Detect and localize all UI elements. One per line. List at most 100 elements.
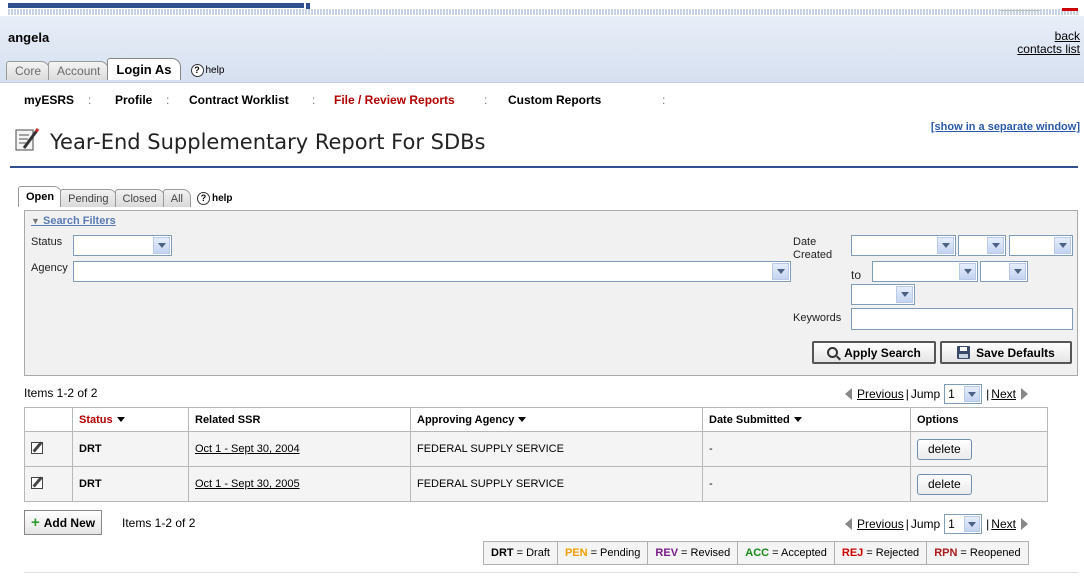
plus-icon: + [31,513,40,531]
jump-select[interactable]: 1 [944,384,983,404]
previous-arrow-icon [845,388,852,400]
nav-file-review-reports[interactable]: File / Review Reports [334,93,455,107]
chevron-down-icon [153,237,170,254]
legend-code: PEN [564,547,588,559]
apply-search-button[interactable]: Apply Search [812,341,936,364]
header-help[interactable]: ? help [190,60,224,80]
bottom-divider [24,572,1078,573]
row-options: delete [910,431,1048,467]
legend-code: REV [655,547,679,559]
row-approving-agency: FEDERAL SUPPLY SERVICE [410,431,703,467]
legend-text: = Reopened [960,547,1021,559]
top-strip [0,0,1084,16]
date-to-year-select[interactable] [851,284,915,305]
header-blank [24,407,73,432]
jump-value: 1 [948,517,955,531]
legend-item: PEN = Pending [558,542,649,564]
agency-label: Agency [31,262,68,274]
date-to-day-select[interactable] [980,261,1028,282]
next-arrow-icon [1020,518,1028,530]
date-from-year-select[interactable] [1009,235,1073,256]
next-link[interactable]: Next [991,387,1016,401]
save-defaults-button[interactable]: Save Defaults [940,341,1072,364]
items-count-bottom: Items 1-2 of 2 [122,516,196,530]
header: angela back contacts list Core Account L… [0,16,1084,82]
date-to-month-select[interactable] [872,261,978,282]
agency-select[interactable] [73,261,791,282]
legend-item: ACC = Accepted [738,542,835,564]
back-link[interactable]: back [1055,29,1080,43]
header-date-submitted[interactable]: Date Submitted [702,407,911,432]
tab-login-as[interactable]: Login As [107,58,181,80]
related-ssr-link[interactable]: Oct 1 - Sept 30, 2005 [195,478,300,490]
nav-custom-reports[interactable]: Custom Reports [508,93,601,107]
help-icon: ? [190,63,204,77]
search-filters-panel: ▼ Search Filters Status Agency Date Crea… [24,210,1078,376]
chevron-down-icon [1054,237,1071,254]
nav-profile[interactable]: Profile [115,93,152,107]
delete-button[interactable]: delete [917,473,972,495]
header-status[interactable]: Status [72,407,189,432]
nav-separator: : [312,93,316,107]
date-from-day-select[interactable] [958,235,1006,256]
apply-search-label: Apply Search [844,345,921,360]
header-approving-agency-label: Approving Agency [417,413,515,426]
previous-link[interactable]: Previous [857,517,904,531]
legend-text: = Pending [590,547,641,559]
status-select[interactable] [73,235,172,256]
related-ssr-link[interactable]: Oct 1 - Sept 30, 2004 [195,443,300,455]
jump-label: Jump [910,387,941,401]
search-filters-toggle[interactable]: ▼ Search Filters [31,215,116,227]
edit-icon[interactable] [31,476,43,489]
next-link[interactable]: Next [991,517,1016,531]
row-approving-agency: FEDERAL SUPPLY SERVICE [410,466,703,502]
nav-separator: : [88,93,92,107]
legend-item: REV = Revised [648,542,739,564]
page-title: Year-End Supplementary Report For SDBs [50,130,486,154]
row-date-submitted: - [702,466,911,502]
pager-divider: | [905,517,909,531]
keywords-input[interactable] [851,308,1073,330]
nav-contract-worklist[interactable]: Contract Worklist [189,93,289,107]
legend-text: = Accepted [772,547,827,559]
sort-down-icon [793,417,802,423]
report-document-icon [15,128,40,151]
legend-code: ACC [745,547,770,559]
delete-button[interactable]: delete [917,438,972,460]
tab-core[interactable]: Core [6,61,51,80]
chevron-down-icon [772,263,789,280]
tab-pending[interactable]: Pending [60,189,117,207]
tab-open[interactable]: Open [18,186,63,207]
contacts-list-link[interactable]: contacts list [1017,42,1080,56]
chevron-down-icon [964,386,981,402]
date-from-month-select[interactable] [851,235,956,256]
page-title-row: Year-End Supplementary Report For SDBs [… [10,120,1084,166]
header-options: Options [910,407,1048,432]
show-separate-window-link[interactable]: [show in a separate window] [931,121,1080,133]
edit-icon[interactable] [31,441,43,454]
row-status: DRT [72,466,189,502]
keywords-label: Keywords [793,312,842,324]
tab-closed[interactable]: Closed [114,189,165,207]
items-count: Items 1-2 of 2 [24,386,98,400]
tab-account[interactable]: Account [48,61,110,80]
header-date-submitted-label: Date Submitted [709,413,790,426]
header-approving-agency[interactable]: Approving Agency [410,407,703,432]
top-pattern-bar [8,9,1078,15]
previous-link[interactable]: Previous [857,387,904,401]
subtabs-help[interactable]: ? help [196,189,233,207]
status-legend: DRT = Draft PEN = Pending REV = Revised ACC… [483,541,1029,565]
top-red-mark [1062,8,1078,11]
chevron-down-icon [896,286,913,303]
header-related-ssr: Related SSR [188,407,411,432]
nav-separator: : [662,93,666,107]
tab-all[interactable]: All [162,189,191,207]
jump-select[interactable]: 1 [944,514,983,534]
chevron-down-icon [959,263,976,280]
nav-myesrs[interactable]: myESRS [24,93,74,107]
add-new-button[interactable]: + Add New [24,510,103,535]
to-label: to [851,268,862,282]
legend-code: REJ [841,547,864,559]
legend-item: DRT = Draft [484,542,558,564]
main-tabs: Core Account Login As ? help [6,58,224,80]
